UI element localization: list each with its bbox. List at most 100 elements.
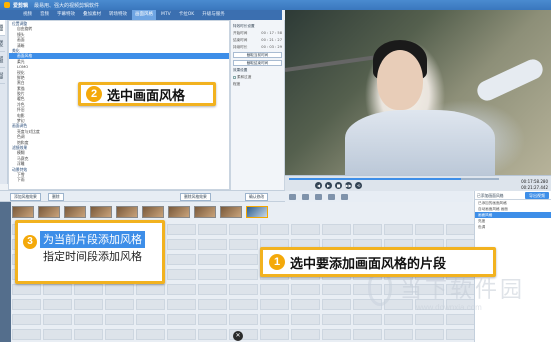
- menu-add-style-time-range[interactable]: 指定时间段添加风格: [40, 248, 145, 265]
- timeline-cell[interactable]: [229, 224, 258, 235]
- tree-item[interactable]: 下雨: [9, 177, 229, 182]
- clip-thumbnail[interactable]: [116, 206, 138, 218]
- timeline-cell[interactable]: [105, 284, 134, 295]
- save-icon[interactable]: [302, 193, 309, 200]
- timeline-cell[interactable]: [105, 314, 134, 325]
- timeline-cell[interactable]: [291, 299, 320, 310]
- clip-thumbnail[interactable]: [90, 206, 112, 218]
- timeline-cell[interactable]: [260, 224, 289, 235]
- end-value[interactable]: 00 : 21 : 27: [261, 38, 282, 43]
- timeline-cell[interactable]: [12, 329, 41, 340]
- clip-thumbnail[interactable]: [168, 206, 190, 218]
- redo-icon[interactable]: [341, 193, 348, 200]
- play-button[interactable]: ▶: [325, 182, 332, 189]
- timeline-cell[interactable]: [415, 329, 444, 340]
- timeline-cell[interactable]: [105, 299, 134, 310]
- timeline-cell[interactable]: [229, 314, 258, 325]
- clip-thumbnail[interactable]: [64, 206, 86, 218]
- timeline-cell[interactable]: [446, 329, 475, 340]
- timeline-cell[interactable]: [167, 299, 196, 310]
- timeline-cell[interactable]: [384, 224, 413, 235]
- tab-subtitle-effects[interactable]: 字幕特效: [54, 10, 78, 20]
- timeline-cell[interactable]: [198, 269, 227, 280]
- add-style-button[interactable]: 添加风格效果: [10, 193, 41, 201]
- clip-thumbnail[interactable]: [194, 206, 216, 218]
- tab-transitions[interactable]: 转场特效: [106, 10, 130, 20]
- timeline-cell[interactable]: [105, 329, 134, 340]
- timeline-cell[interactable]: [12, 284, 41, 295]
- timeline-cell[interactable]: [260, 284, 289, 295]
- playback-progress-bar[interactable]: [289, 178, 499, 180]
- timeline-cell[interactable]: [260, 329, 289, 340]
- timeline-cell[interactable]: [384, 329, 413, 340]
- capture-current-time-button[interactable]: 截取当前时间: [233, 52, 282, 58]
- start-value[interactable]: 00 : 17 : 58: [261, 31, 282, 36]
- timeline-cell[interactable]: [43, 299, 72, 310]
- timeline-cell[interactable]: [322, 314, 351, 325]
- tab-overlay[interactable]: 叠加素材: [80, 10, 104, 20]
- timeline-cell[interactable]: [167, 254, 196, 265]
- tab-picture-style[interactable]: 画面风格: [132, 10, 156, 20]
- timeline-cell[interactable]: [74, 299, 103, 310]
- timeline-cell[interactable]: [229, 299, 258, 310]
- timeline-cell[interactable]: [136, 299, 165, 310]
- cut-icon[interactable]: [315, 193, 322, 200]
- timeline-cell[interactable]: [136, 314, 165, 325]
- timeline-cell[interactable]: [167, 284, 196, 295]
- timeline-cell[interactable]: [167, 239, 196, 250]
- timeline-scroll-button[interactable]: ✕: [233, 331, 243, 341]
- vtab-beautify[interactable]: 美化: [0, 36, 5, 52]
- timeline-cell[interactable]: [74, 284, 103, 295]
- folder-icon[interactable]: [289, 193, 296, 200]
- timeline-cell[interactable]: [74, 314, 103, 325]
- timeline-cell[interactable]: [43, 314, 72, 325]
- timeline-cell[interactable]: [322, 224, 351, 235]
- timeline-cell[interactable]: [353, 224, 382, 235]
- timeline-cell[interactable]: [167, 224, 196, 235]
- tab-upgrade[interactable]: 升级与服务: [199, 10, 228, 20]
- tab-karaoke[interactable]: 卡拉OK: [176, 10, 198, 20]
- timeline-cell[interactable]: [260, 314, 289, 325]
- timeline-cell[interactable]: [322, 299, 351, 310]
- stop-button[interactable]: ■: [335, 182, 342, 189]
- timeline-cell[interactable]: [198, 239, 227, 250]
- loop-button[interactable]: ⟲: [355, 182, 362, 189]
- clip-thumbnail[interactable]: [12, 206, 34, 218]
- duration-value[interactable]: 00 : 03 : 29: [261, 45, 282, 50]
- video-preview[interactable]: [285, 10, 551, 175]
- next-frame-button[interactable]: ▶▶: [345, 182, 352, 189]
- timeline-cell[interactable]: [446, 224, 475, 235]
- tab-audio[interactable]: 音频: [37, 10, 52, 20]
- timeline-cell[interactable]: [167, 314, 196, 325]
- delete-button[interactable]: 删除: [48, 193, 64, 201]
- timeline-cell[interactable]: [198, 224, 227, 235]
- timeline-cell[interactable]: [353, 329, 382, 340]
- vtab-filter[interactable]: 滤镜: [0, 52, 5, 68]
- clip-thumbnail[interactable]: [142, 206, 164, 218]
- menu-add-style-current-clip[interactable]: 为当前片段添加风格: [40, 231, 145, 248]
- timeline-cell[interactable]: [198, 314, 227, 325]
- delete-style-button[interactable]: 删除风格效果: [180, 193, 211, 201]
- timeline-cell[interactable]: [291, 284, 320, 295]
- timeline-cell[interactable]: [43, 284, 72, 295]
- timeline-cell[interactable]: [229, 269, 258, 280]
- export-video-button[interactable]: 导出视频: [525, 192, 549, 199]
- timeline-cell[interactable]: [198, 254, 227, 265]
- timeline-cell[interactable]: [136, 284, 165, 295]
- timeline-cell[interactable]: [12, 314, 41, 325]
- timeline-cell[interactable]: [43, 329, 72, 340]
- vtab-picture[interactable]: 画面: [0, 20, 5, 36]
- timeline-cell[interactable]: [291, 329, 320, 340]
- timeline-cell[interactable]: [198, 299, 227, 310]
- timeline-cell[interactable]: [291, 314, 320, 325]
- timeline-cell[interactable]: [229, 254, 258, 265]
- timeline-cell[interactable]: [229, 284, 258, 295]
- timeline-cell[interactable]: [291, 224, 320, 235]
- timeline-cell[interactable]: [198, 329, 227, 340]
- capture-end-time-button[interactable]: 截取结束时间: [233, 60, 282, 66]
- added-style-item[interactable]: 色调: [475, 224, 551, 230]
- timeline-cell[interactable]: [229, 239, 258, 250]
- undo-icon[interactable]: [328, 193, 335, 200]
- timeline-cell[interactable]: [198, 284, 227, 295]
- confirm-change-button[interactable]: 确认修改: [245, 193, 269, 201]
